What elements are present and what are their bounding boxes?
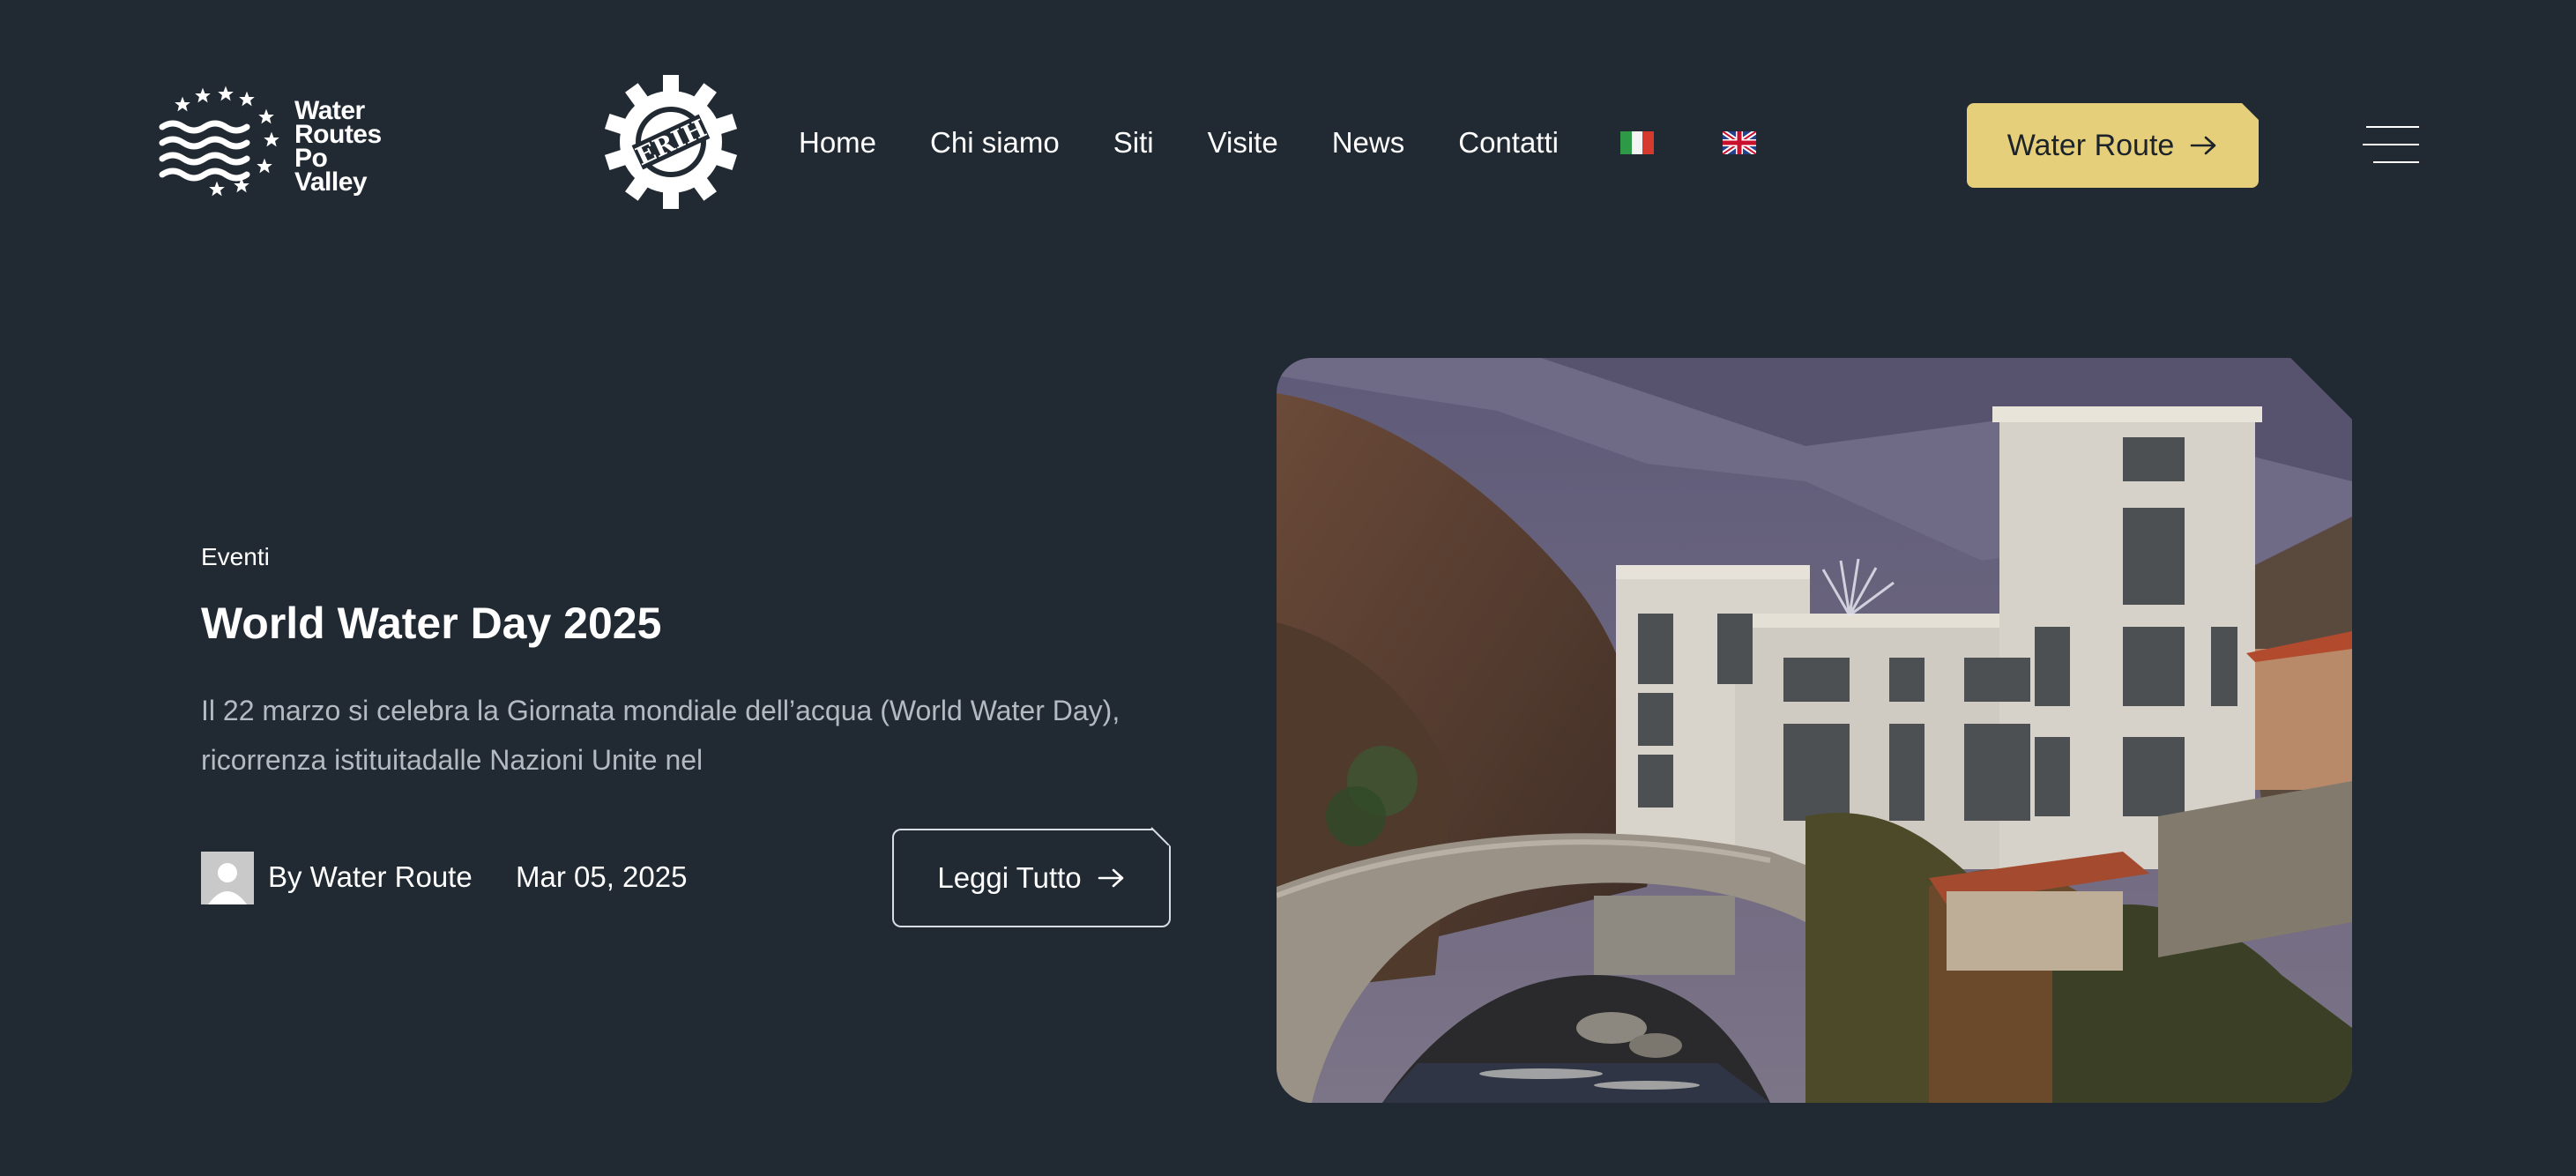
water-route-button[interactable]: Water Route [1967, 103, 2259, 188]
water-route-button-label: Water Route [2006, 128, 2175, 162]
brand-line-2: Routes [294, 120, 382, 149]
brand-line-1: Water [294, 96, 365, 125]
article-image[interactable] [1277, 358, 2352, 1103]
article-excerpt: Il 22 marzo si celebra la Giornata mondi… [201, 695, 1120, 776]
read-more-label: Leggi Tutto [937, 861, 1082, 894]
article-title[interactable]: World Water Day 2025 [201, 598, 661, 649]
brand-line-4: Valley [294, 167, 368, 197]
uk-flag-icon[interactable] [1722, 131, 1756, 154]
waves-stars-icon [159, 86, 279, 197]
author-avatar [201, 852, 254, 904]
nav-news[interactable]: News [1332, 126, 1405, 160]
user-icon [201, 852, 254, 904]
italy-flag-icon[interactable] [1619, 131, 1654, 154]
nav-contatti[interactable]: Contatti [1458, 126, 1559, 160]
article-author: By Water Route [268, 860, 473, 893]
article-category[interactable]: Eventi [201, 543, 270, 571]
main-nav: Home Chi siamo Siti Visite News Contatti [799, 122, 1825, 164]
arrow-right-icon [2190, 135, 2218, 156]
nav-visite[interactable]: Visite [1208, 126, 1278, 160]
site-header: Water Routes Po Valley ERIH Home Chi sia… [0, 0, 2576, 291]
water-routes-logo[interactable]: Water Routes Po Valley [159, 85, 397, 208]
hamburger-menu-icon[interactable] [2363, 124, 2419, 165]
nav-siti[interactable]: Siti [1113, 126, 1154, 160]
hydroelectric-plant-photo [1277, 358, 2352, 1103]
brand-name: Water Routes Po Valley [294, 96, 382, 197]
article-date: Mar 05, 2025 [516, 860, 688, 893]
arrow-right-icon [1098, 867, 1126, 889]
brand-line-3: Po [294, 144, 328, 173]
nav-chi-siamo[interactable]: Chi siamo [930, 126, 1060, 160]
nav-home[interactable]: Home [799, 126, 876, 160]
read-more-button[interactable]: Leggi Tutto [892, 829, 1171, 927]
gear-icon: ERIH [604, 75, 738, 209]
erih-logo[interactable]: ERIH [601, 72, 741, 212]
